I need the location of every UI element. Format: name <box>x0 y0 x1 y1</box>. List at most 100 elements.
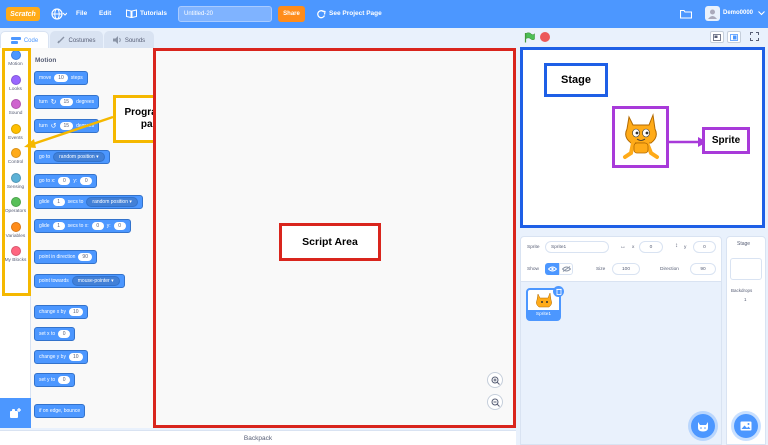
see-project-page-icon <box>316 9 326 21</box>
tab-sounds-label: Sounds <box>124 38 146 44</box>
show-hidden-button[interactable] <box>559 263 573 275</box>
choose-sprite-button[interactable] <box>691 414 715 438</box>
x-input[interactable]: 0 <box>639 241 663 253</box>
y-input[interactable]: 0 <box>693 241 716 253</box>
username-menu[interactable]: Demo0000 <box>723 10 753 16</box>
block-dropdown[interactable]: random position ▾ <box>53 152 105 162</box>
fullscreen-icon[interactable] <box>750 32 759 43</box>
block-text: go to x: <box>39 178 56 184</box>
block-text: change y by <box>39 354 66 360</box>
scratch-logo[interactable]: Scratch <box>6 7 40 21</box>
direction-input[interactable]: 90 <box>690 263 716 275</box>
tutorials-menu[interactable]: Tutorials <box>140 10 167 17</box>
block-text: point towards <box>39 278 69 284</box>
show-visible-button[interactable] <box>545 263 559 275</box>
block-input[interactable]: 0 <box>58 330 71 338</box>
block-dropdown[interactable]: mouse-pointer ▾ <box>71 276 120 286</box>
block-change-y[interactable]: change y by 10 <box>34 350 88 364</box>
block-text: go to <box>39 154 51 160</box>
my-stuff-folder-icon[interactable] <box>679 9 693 21</box>
direction-value: 90 <box>700 266 706 272</box>
block-input[interactable]: 1 <box>52 222 65 230</box>
edit-menu[interactable]: Edit <box>99 10 111 17</box>
x-arrows-icon: ↔ <box>620 244 626 250</box>
choose-backdrop-button[interactable] <box>734 414 758 438</box>
palette-heading: Motion <box>35 57 57 64</box>
sprite-name-value: Sprite1 <box>551 244 567 250</box>
block-input[interactable]: 0 <box>91 222 104 230</box>
dropdown-value: random position <box>59 154 95 160</box>
block-input[interactable]: 0 <box>58 177 71 185</box>
eye-icon <box>547 266 557 272</box>
share-button[interactable]: Share <box>278 6 305 22</box>
annotation-text: Script Area <box>302 236 358 248</box>
large-stage-icon <box>730 33 738 41</box>
backpack-bar[interactable]: Backpack <box>0 430 516 445</box>
small-stage-button[interactable] <box>710 31 724 43</box>
rotate-right-icon: ↻ <box>50 99 57 106</box>
see-project-page-link[interactable]: See Project Page <box>329 10 382 17</box>
block-input[interactable]: 0 <box>80 177 93 185</box>
file-menu[interactable]: File <box>76 10 87 17</box>
sprite-name-input[interactable]: Sprite1 <box>545 241 609 253</box>
small-stage-icon <box>713 33 721 41</box>
stop-icon[interactable] <box>540 32 550 42</box>
large-stage-button[interactable] <box>727 31 741 43</box>
size-input[interactable]: 100 <box>612 263 640 275</box>
block-text: y: <box>106 223 111 229</box>
block-turn-right[interactable]: turn ↻ 15 degrees <box>34 95 100 109</box>
block-point-towards[interactable]: point towards mouse-pointer ▾ <box>34 274 125 288</box>
block-dropdown[interactable]: random position ▾ <box>86 197 138 207</box>
direction-label: Direction <box>660 267 679 272</box>
block-input[interactable]: 90 <box>78 253 92 261</box>
block-text: if on edge, bounce <box>39 408 81 414</box>
avatar[interactable] <box>705 6 720 21</box>
block-go-to[interactable]: go to random position ▾ <box>34 150 110 164</box>
extensions-button[interactable] <box>0 398 31 428</box>
block-set-x[interactable]: set x to 0 <box>34 327 76 341</box>
block-set-y[interactable]: set y to 0 <box>34 373 76 387</box>
block-input[interactable]: 0 <box>113 222 126 230</box>
x-value: 0 <box>649 244 653 250</box>
block-input[interactable]: 15 <box>59 98 74 106</box>
block-point-direction[interactable]: point in direction 90 <box>34 250 97 264</box>
chevron-down-icon <box>758 11 765 18</box>
block-text: change x by <box>39 309 66 315</box>
annotation-text: Sprite <box>711 135 741 146</box>
tab-costumes-label: Costumes <box>68 38 96 44</box>
stage-pane-title: Stage <box>737 241 751 247</box>
block-input[interactable]: 1 <box>52 198 65 206</box>
delete-sprite-button[interactable] <box>553 286 564 297</box>
block-go-to-xy[interactable]: go to x: 0 y: 0 <box>34 174 98 188</box>
block-input[interactable]: 10 <box>54 74 68 82</box>
block-input[interactable]: 10 <box>68 353 83 361</box>
dropdown-value: mouse-pointer <box>77 278 110 284</box>
zoom-out-icon <box>491 398 500 407</box>
block-bounce[interactable]: if on edge, bounce <box>34 404 86 418</box>
editor-tabs: Code Costumes Sounds <box>0 28 156 50</box>
block-text: point in direction <box>39 254 76 260</box>
zoom-out-button[interactable] <box>487 394 503 410</box>
zoom-in-button[interactable] <box>487 372 503 388</box>
show-label: Show <box>527 267 539 272</box>
script-area-label: Script Area <box>279 223 381 261</box>
block-input[interactable]: 10 <box>68 308 83 316</box>
project-title-input[interactable]: Untitled-20 <box>178 6 272 22</box>
block-change-x[interactable]: change x by 10 <box>34 305 88 319</box>
stage-backdrop-thumbnail[interactable] <box>730 258 762 280</box>
sprite-label: Sprite <box>702 127 750 154</box>
block-glide-random[interactable]: glide 1 secs to random position ▾ <box>34 195 143 209</box>
add-extension-icon <box>9 408 21 418</box>
globe-icon[interactable] <box>51 8 68 22</box>
block-text: set y to <box>39 377 56 383</box>
green-flag-icon[interactable] <box>524 32 535 45</box>
sprite-cat[interactable] <box>612 106 669 168</box>
block-move-steps[interactable]: move 10 steps <box>34 71 88 85</box>
tab-code-label: Code <box>23 38 39 44</box>
block-input[interactable]: 0 <box>58 376 71 384</box>
backpack-label: Backpack <box>243 434 273 442</box>
backdrops-count: 1 <box>744 297 747 302</box>
block-text: set x to <box>39 331 56 337</box>
block-glide-xy[interactable]: glide 1 secs to x: 0 y: 0 <box>34 219 131 233</box>
trash-icon <box>555 288 562 295</box>
